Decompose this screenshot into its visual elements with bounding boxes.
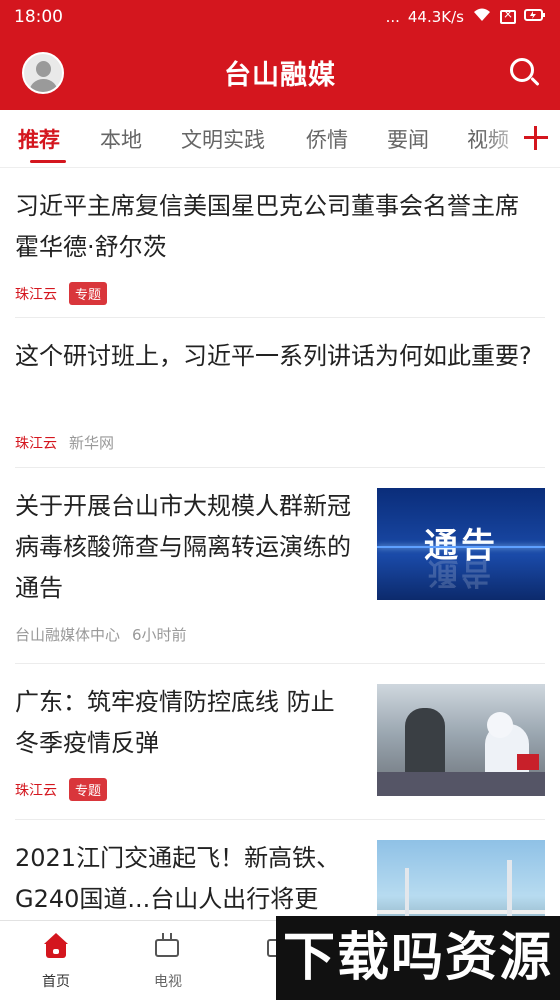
news-source-secondary: 新华网 <box>69 434 115 452</box>
avatar-head-icon <box>36 61 51 77</box>
status-right: ... 44.3K/s <box>386 7 546 27</box>
news-meta: 珠江云 专题 <box>15 282 108 305</box>
nav-tv-label: 电视 <box>154 974 182 990</box>
add-channel-icon[interactable] <box>524 126 548 150</box>
news-title: 关于开展台山市大规模人群新冠病毒核酸筛查与隔离转运演练的通告 <box>15 492 351 602</box>
tab-civilization[interactable]: 文明实践 <box>181 124 265 154</box>
status-bar: 18:00 ... 44.3K/s <box>0 0 560 34</box>
wifi-icon <box>472 7 492 27</box>
news-time: 6小时前 <box>132 626 187 644</box>
news-item[interactable]: 习近平主席复信美国星巴克公司董事会名誉主席霍华德·舒尔茨 珠江云 专题 <box>15 168 545 318</box>
news-item[interactable]: 关于开展台山市大规模人群新冠病毒核酸筛查与隔离转运演练的通告 通告 通告 台山融… <box>15 468 545 664</box>
signal-dots: ... <box>385 8 400 26</box>
topic-badge: 专题 <box>69 282 108 305</box>
sim-icon <box>500 7 516 24</box>
news-title: 这个研讨班上，习近平一系列讲话为何如此重要? <box>15 342 532 370</box>
avatar-body-icon <box>29 79 58 92</box>
nav-tv[interactable]: 电视 <box>112 921 224 1000</box>
search-icon[interactable] <box>508 56 542 90</box>
tv-icon <box>154 933 182 959</box>
avatar[interactable] <box>22 52 64 94</box>
app-title: 台山融媒 <box>224 59 336 91</box>
news-source: 珠江云 <box>15 286 57 303</box>
battery-icon <box>524 8 546 26</box>
news-item[interactable]: 2021江门交通起飞！新高铁、G240国道...台山人出行将更 <box>15 820 545 952</box>
news-item[interactable]: 广东：筑牢疫情防控底线 防止冬季疫情反弹 珠江云 专题 <box>15 664 545 820</box>
news-thumbnail <box>377 684 545 796</box>
tab-local[interactable]: 本地 <box>100 124 142 154</box>
news-source: 珠江云 <box>15 782 57 799</box>
news-thumbnail: 通告 通告 <box>377 488 545 600</box>
tab-recommend[interactable]: 推荐 <box>18 124 60 154</box>
nav-home-label: 首页 <box>42 974 70 990</box>
status-time: 18:00 <box>14 7 63 27</box>
net-speed: 44.3K/s <box>407 8 464 26</box>
news-item[interactable]: 这个研讨班上，习近平一系列讲话为何如此重要? 珠江云 新华网 <box>15 318 545 468</box>
tab-overseas[interactable]: 侨情 <box>306 124 348 154</box>
watermark-logo: 下载吗资源 <box>276 916 560 1000</box>
news-meta: 珠江云 专题 <box>15 778 108 801</box>
tab-active-indicator <box>30 160 66 163</box>
news-source: 珠江云 <box>15 435 57 452</box>
news-title: 2021江门交通起飞！新高铁、G240国道...台山人出行将更 <box>15 844 341 913</box>
tab-news[interactable]: 要闻 <box>387 124 429 154</box>
news-meta: 台山融媒体中心 6小时前 <box>15 624 187 645</box>
news-title: 广东：筑牢疫情防控底线 防止冬季疫情反弹 <box>15 688 335 757</box>
nav-home[interactable]: 首页 <box>0 921 112 1000</box>
news-meta: 珠江云 新华网 <box>15 432 114 453</box>
news-title: 习近平主席复信美国星巴克公司董事会名誉主席霍华德·舒尔茨 <box>15 192 519 261</box>
thumbnail-reflection: 通告 <box>428 555 494 590</box>
channel-tabs: 推荐 本地 文明实践 侨情 要闻 视频 <box>0 110 560 168</box>
topic-badge: 专题 <box>69 778 108 801</box>
app-bar: 台山融媒 <box>0 34 560 110</box>
news-source: 台山融媒体中心 <box>15 626 121 644</box>
home-icon <box>42 933 70 959</box>
